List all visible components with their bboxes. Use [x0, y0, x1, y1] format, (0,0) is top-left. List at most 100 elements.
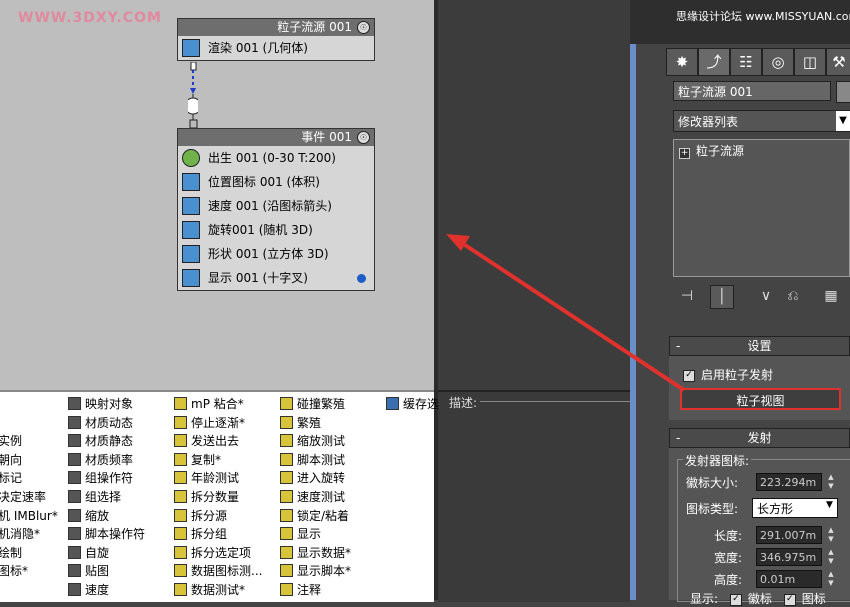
operator-icon — [68, 564, 81, 578]
operator-shape[interactable]: 形状 001 (立方体 3D) — [178, 242, 374, 266]
operator-icon — [280, 508, 293, 522]
depot-item[interactable]: 材质频率 — [68, 451, 133, 469]
depot-item[interactable]: 显示脚本* — [280, 562, 351, 580]
depot-item[interactable]: 繁殖 — [280, 414, 321, 432]
depot-item[interactable]: 速度 — [68, 581, 109, 599]
depot-item[interactable]: 速度测试 — [280, 488, 345, 506]
length-spinner[interactable]: 291.007m — [756, 526, 822, 544]
operator-rotation[interactable]: 旋转001 (随机 3D) — [178, 218, 374, 242]
bulb-icon[interactable]: ☉ — [357, 21, 370, 34]
height-spinner[interactable]: 0.01m — [756, 570, 822, 588]
event-node-header[interactable]: 事件 001 ☉ — [178, 129, 374, 146]
depot-item[interactable]: 脚本操作符 — [68, 525, 145, 543]
depot-item-label: 脚本测试 — [297, 452, 346, 467]
depot-item-label: 拆分数量 — [191, 490, 240, 504]
depot-item[interactable]: mP 粘合* — [174, 395, 244, 413]
depot-item[interactable]: 形机 IMBlur* — [0, 507, 58, 525]
depot-item[interactable]: 复制* — [174, 451, 221, 469]
operator-render[interactable]: 渲染 001 (几何体) — [178, 36, 374, 60]
logo-size-spinner[interactable]: 223.294m — [756, 473, 822, 491]
remove-modifier-icon[interactable]: ⎌ — [782, 285, 804, 307]
depot-item[interactable]: 贴图 — [68, 562, 109, 580]
make-unique-icon[interactable]: ∨ — [755, 285, 777, 307]
depot-item[interactable]: 组操作符 — [68, 469, 133, 487]
object-name-field[interactable]: 粒子流源 001 — [673, 81, 831, 101]
modifier-stack[interactable] — [673, 139, 850, 277]
depot-item[interactable]: 映射对象 — [68, 395, 133, 413]
depot-item[interactable]: 置绘制 — [0, 544, 22, 562]
depot-item[interactable]: 拆分组 — [174, 525, 227, 543]
depot-item[interactable]: 脚本测试 — [280, 451, 345, 469]
spinner-arrows-icon[interactable]: ▲ ▼ — [826, 548, 836, 566]
depot-item[interactable]: 缩放测试 — [280, 432, 345, 450]
depot-item[interactable]: 形标记 — [0, 469, 22, 487]
event-wire[interactable] — [188, 62, 198, 130]
emission-rollout-header[interactable]: - 发射 — [669, 428, 850, 448]
depot-item[interactable]: 停止逐渐* — [174, 414, 245, 432]
object-color-swatch[interactable] — [836, 81, 850, 103]
collapse-icon: - — [676, 339, 681, 353]
depot-item[interactable]: 材质动态 — [68, 414, 133, 432]
tab-hierarchy[interactable]: ☷ — [730, 48, 762, 76]
stack-item-particle-flow[interactable]: + 粒子流源 — [679, 142, 744, 159]
tab-display[interactable]: ◫ — [794, 48, 826, 76]
chevron-down-icon[interactable]: ▼ — [826, 500, 833, 510]
depot-item[interactable]: 形实例 — [0, 432, 22, 450]
bulb-icon[interactable]: ☉ — [357, 131, 370, 144]
depot-item[interactable]: 自旋 — [68, 544, 109, 562]
spinner-arrows-icon[interactable]: ▲ ▼ — [826, 526, 836, 544]
depot-item[interactable]: 年龄测试 — [174, 469, 239, 487]
depot-item[interactable]: 材质静态 — [68, 432, 133, 450]
tab-create[interactable]: ✸ — [666, 48, 698, 76]
depot-item[interactable]: 组选择 — [68, 488, 121, 506]
depot-item[interactable]: 形机消隐* — [0, 525, 40, 543]
depot-item[interactable]: 置图标* — [0, 562, 28, 580]
modifier-list-dropdown[interactable]: 修改器列表 — [673, 110, 850, 132]
tab-motion[interactable]: ◎ — [762, 48, 794, 76]
depot-item[interactable]: 标决定速率 — [0, 488, 46, 506]
depot-item[interactable]: 显示 — [280, 525, 321, 543]
depot-item[interactable]: 拆分选定项 — [174, 544, 251, 562]
depot-item[interactable]: 拆分数量 — [174, 488, 239, 506]
spinner-arrows-icon[interactable]: ▲ ▼ — [826, 570, 836, 588]
tab-modify[interactable]: ⤴ — [698, 48, 730, 76]
tab-utilities[interactable]: ⚒ — [826, 48, 850, 76]
operator-icon — [68, 452, 81, 466]
operator-display[interactable]: 显示 001 (十字叉) — [178, 266, 374, 290]
depot-item-label: 速度测试 — [297, 490, 346, 504]
particle-view-button[interactable]: 粒子视图 — [680, 388, 841, 410]
depot-item[interactable]: 注释 — [280, 581, 321, 599]
depot-item-label: 形朝向 — [0, 452, 23, 467]
depot-item[interactable]: 形朝向 — [0, 451, 22, 469]
depot-item[interactable]: 显示数据* — [280, 544, 351, 562]
width-spinner[interactable]: 346.975m — [756, 548, 822, 566]
configure-sets-icon[interactable]: ▦ — [820, 285, 842, 307]
depot-item[interactable]: 发送出去 — [174, 432, 239, 450]
operator-position-icon[interactable]: 位置图标 001 (体积) — [178, 170, 374, 194]
depot-item[interactable]: 缩放 — [68, 507, 109, 525]
pin-stack-icon[interactable]: ⊣ — [676, 285, 698, 307]
expand-icon[interactable]: + — [679, 148, 690, 159]
depot-item[interactable]: 锁定/粘着 — [280, 507, 349, 525]
chevron-down-icon[interactable]: ▼ — [836, 111, 850, 131]
show-end-result-icon[interactable]: │ — [710, 285, 734, 309]
spinner-arrows-icon[interactable]: ▲ ▼ — [826, 473, 836, 491]
depot-item[interactable]: 拆分源 — [174, 507, 227, 525]
particle-flow-source-node[interactable]: 粒子流源 001 ☉ 渲染 001 (几何体) — [177, 18, 375, 61]
operator-birth[interactable]: 出生 001 (0-30 T:200) — [178, 146, 374, 170]
depot-item[interactable]: 数据图标测... — [174, 562, 262, 580]
depot-item[interactable]: 数据测试* — [174, 581, 245, 599]
setup-rollout-header[interactable]: - 设置 — [669, 336, 850, 356]
operator-icon — [174, 583, 187, 596]
event-node[interactable]: 事件 001 ☉ 出生 001 (0-30 T:200) 位置图标 001 (体… — [177, 128, 375, 291]
operator-icon — [174, 415, 187, 429]
depot-item[interactable]: 碰撞繁殖 — [280, 395, 345, 413]
render-teapot-icon — [182, 39, 200, 57]
source-node-header[interactable]: 粒子流源 001 ☉ — [178, 19, 374, 36]
depot-item[interactable]: 缓存选 — [386, 395, 439, 413]
depot-item[interactable]: 进入旋转 — [280, 469, 345, 487]
enable-emission-checkbox[interactable]: ✓ 启用粒子发射 — [683, 366, 773, 383]
operator-label: 显示 001 (十字叉) — [208, 271, 308, 285]
operator-speed[interactable]: 速度 001 (沿图标箭头) — [178, 194, 374, 218]
panel-scroll-edge[interactable] — [630, 44, 636, 600]
